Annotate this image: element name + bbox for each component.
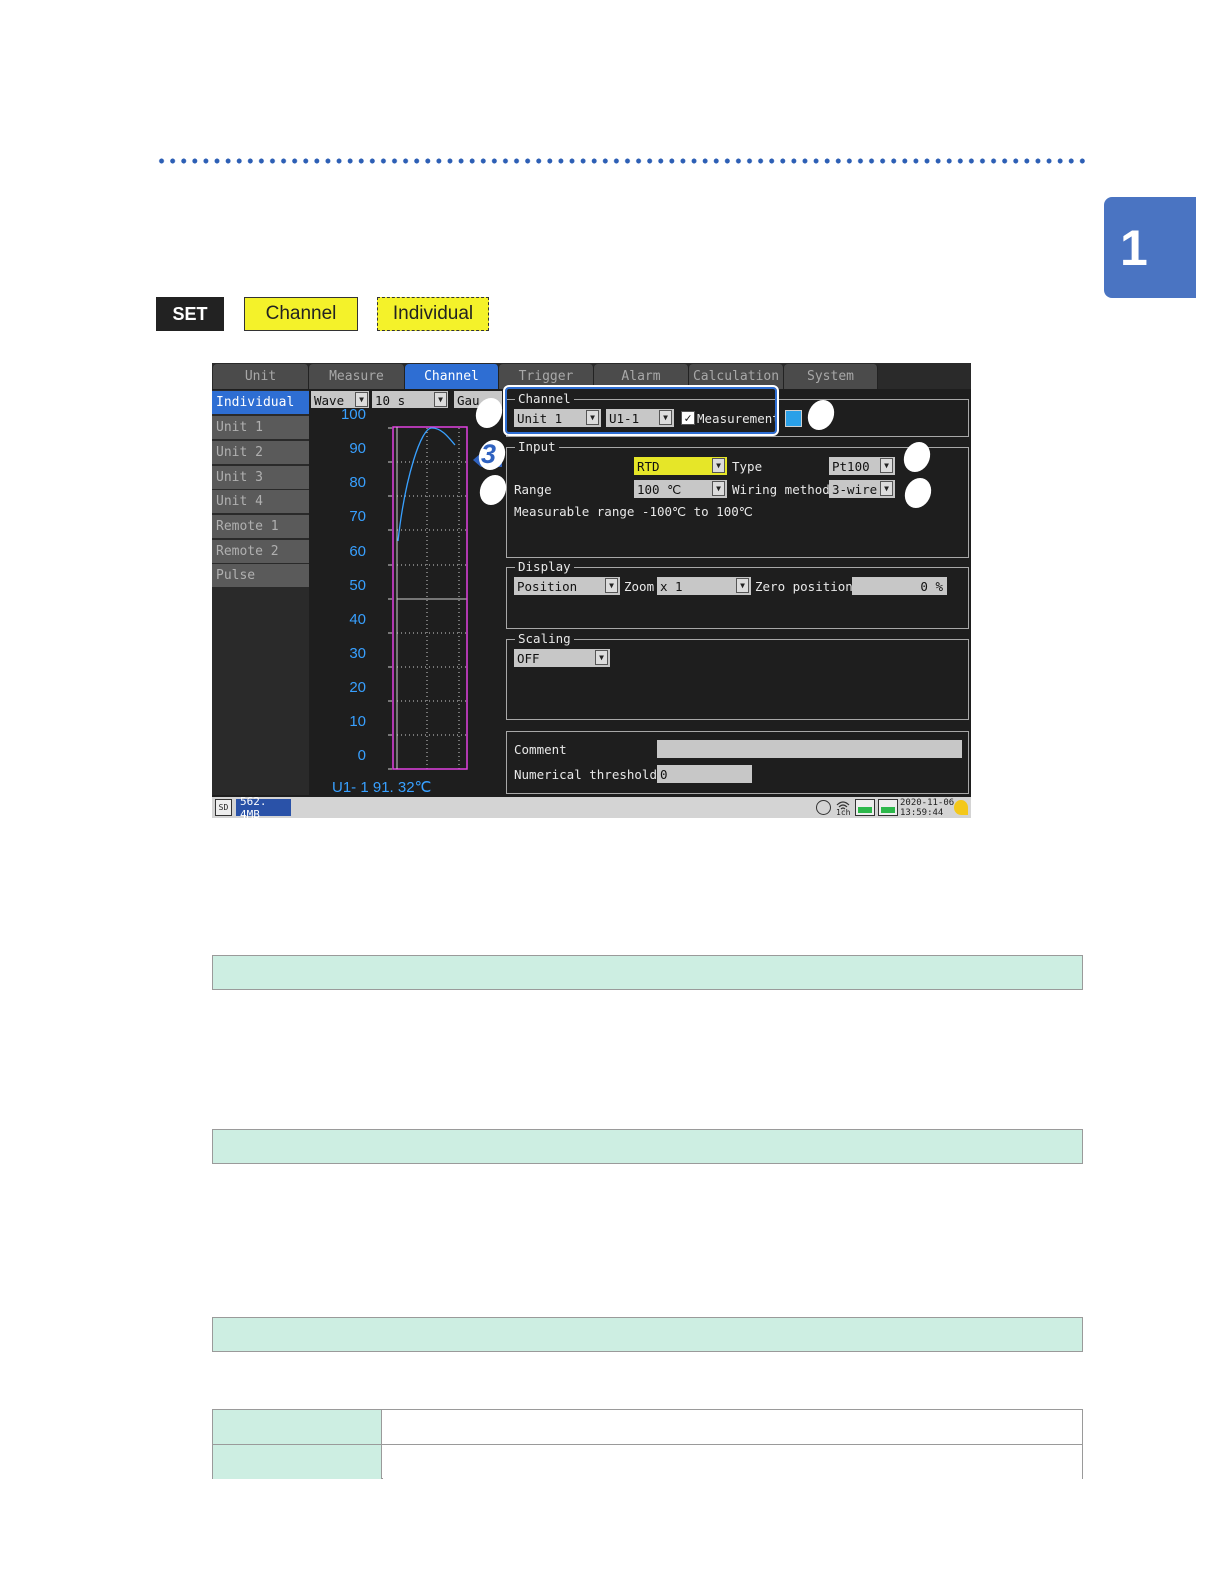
waveform-plot: U1 [388, 426, 502, 770]
display-panel-title: Display [515, 559, 574, 574]
time-text: 13:59:44 [900, 808, 944, 818]
chapter-tab: 1 [1104, 197, 1196, 298]
breadcrumb-channel: Channel [244, 297, 358, 331]
channel-highlight-frame [503, 385, 779, 436]
measurable-range-text: Measurable range -100℃ to 100℃ [514, 504, 753, 519]
table-row [213, 1445, 1082, 1479]
tab-alarm[interactable]: Alarm [594, 364, 689, 389]
lan-icon [816, 800, 831, 815]
scaling-select[interactable]: OFF ▼ [514, 649, 610, 667]
waveform-color-swatch[interactable] [785, 410, 802, 427]
numerical-threshold-value: 0 [660, 766, 668, 782]
sidebar-item-unit-4[interactable]: Unit 4 [212, 490, 309, 513]
tab-unit[interactable]: Unit [213, 364, 309, 389]
options-table [212, 1409, 1083, 1479]
range-select[interactable]: 100 ℃ ▼ [634, 480, 727, 498]
time-div-select[interactable]: 10 s ▼ [372, 391, 448, 409]
sd-card-icon: SD [215, 799, 232, 816]
input-panel: Input RTD ▼ Type Pt100 ▼ Range 100 ℃ ▼ W… [506, 439, 969, 558]
type-label: Type [732, 459, 763, 474]
scaling-panel: Scaling OFF ▼ [506, 631, 969, 720]
chevron-down-icon: ▼ [355, 392, 368, 407]
sidebar-item-remote-2[interactable]: Remote 2 [212, 540, 309, 563]
table-row [213, 1410, 1082, 1445]
tab-channel[interactable]: Channel [405, 364, 499, 389]
zero-position-label: Zero position [755, 579, 853, 594]
zero-position-input[interactable]: 0 % [852, 577, 947, 595]
wiring-method-label: Wiring method [732, 482, 830, 497]
zoom-select-value: x 1 [660, 578, 683, 594]
sidebar-item-remote-1[interactable]: Remote 1 [212, 515, 309, 538]
waveform-graph: 100 90 80 70 60 50 40 30 20 10 0 [309, 406, 502, 795]
zoom-select[interactable]: x 1 ▼ [657, 577, 751, 595]
chevron-down-icon: ▼ [712, 481, 725, 496]
sd-card-label: SD [218, 803, 229, 812]
range-label: Range [514, 482, 552, 497]
top-tab-bar: Unit Measure Channel Trigger Alarm Calcu… [212, 363, 971, 389]
chevron-down-icon: ▼ [880, 458, 893, 473]
date-text: 2020-11-06 [900, 798, 955, 808]
table-cell-description [383, 1445, 1082, 1479]
comment-label: Comment [514, 742, 567, 757]
chapter-number: 1 [1120, 219, 1148, 276]
status-bar: SD 562. 4MB 1ch 2020-11-06 13:59:44 [212, 795, 971, 818]
time-div-value: 10 s [375, 392, 406, 408]
datetime: 2020-11-06 13:59:44 [900, 798, 954, 818]
wiring-method-value: 3-wire [832, 481, 878, 497]
tab-measure[interactable]: Measure [309, 364, 405, 389]
wireless-icon: 1ch [834, 797, 852, 818]
tab-calculation[interactable]: Calculation [689, 364, 784, 389]
chevron-down-icon: ▼ [434, 392, 447, 407]
storage-remaining: 562. 4MB [236, 795, 291, 818]
chevron-down-icon: ▼ [736, 578, 749, 593]
input-mode-select[interactable]: RTD ▼ [634, 457, 727, 475]
graph-readout: U1- 1 91. 32℃ [332, 779, 432, 796]
numerical-threshold-input[interactable]: 0 [657, 765, 752, 783]
breadcrumb-individual: Individual [377, 297, 489, 331]
type-select-value: Pt100 [832, 458, 870, 474]
setting-header-bar [212, 955, 1083, 990]
callout-number-3: 3 [481, 439, 497, 469]
sidebar-item-unit-2[interactable]: Unit 2 [212, 441, 309, 464]
numerical-threshold-label: Numerical threshold [514, 767, 657, 782]
type-select[interactable]: Pt100 ▼ [829, 457, 895, 475]
scaling-select-value: OFF [517, 650, 540, 666]
sidebar-item-unit-1[interactable]: Unit 1 [212, 416, 309, 439]
zero-position-value: 0 % [920, 578, 943, 594]
input-mode-value: RTD [637, 458, 660, 474]
display-mode-select[interactable]: Position ▼ [514, 577, 620, 595]
chevron-down-icon: ▼ [595, 650, 608, 665]
chevron-down-icon: ▼ [712, 458, 725, 473]
table-cell-description [383, 1410, 1082, 1444]
range-select-value: 100 ℃ [637, 481, 682, 497]
wireless-channel-label: 1ch [836, 808, 851, 817]
tab-system[interactable]: System [784, 364, 878, 389]
comment-panel: Comment Numerical threshold 0 [506, 731, 969, 794]
section-divider [156, 158, 1086, 164]
battery-2-icon [878, 799, 898, 816]
setting-header-bar [212, 1129, 1083, 1164]
set-key-badge: SET [156, 297, 224, 331]
input-panel-title: Input [515, 439, 559, 454]
battery-1-icon [855, 799, 875, 816]
chevron-down-icon: ▼ [605, 578, 618, 593]
ac-power-icon [954, 800, 968, 815]
gauge-button-label: Gau [457, 392, 480, 408]
tab-trigger[interactable]: Trigger [499, 364, 594, 389]
sidebar: Individual Unit 1 Unit 2 Unit 3 Unit 4 R… [212, 390, 309, 795]
display-mode-value: Position [517, 578, 578, 594]
sidebar-item-unit-3[interactable]: Unit 3 [212, 466, 309, 489]
table-cell-option [213, 1410, 382, 1444]
setting-header-bar [212, 1317, 1083, 1352]
zoom-label: Zoom [624, 579, 655, 594]
chevron-down-icon: ▼ [880, 481, 893, 496]
wiring-method-select[interactable]: 3-wire ▼ [829, 480, 895, 498]
comment-input[interactable] [657, 740, 962, 758]
display-panel: Display Position ▼ Zoom x 1 ▼ Zero posit… [506, 559, 969, 629]
table-cell-option [213, 1445, 382, 1479]
sidebar-item-pulse[interactable]: Pulse [212, 564, 309, 587]
sidebar-item-individual[interactable]: Individual [212, 391, 309, 414]
scaling-panel-title: Scaling [515, 631, 574, 646]
